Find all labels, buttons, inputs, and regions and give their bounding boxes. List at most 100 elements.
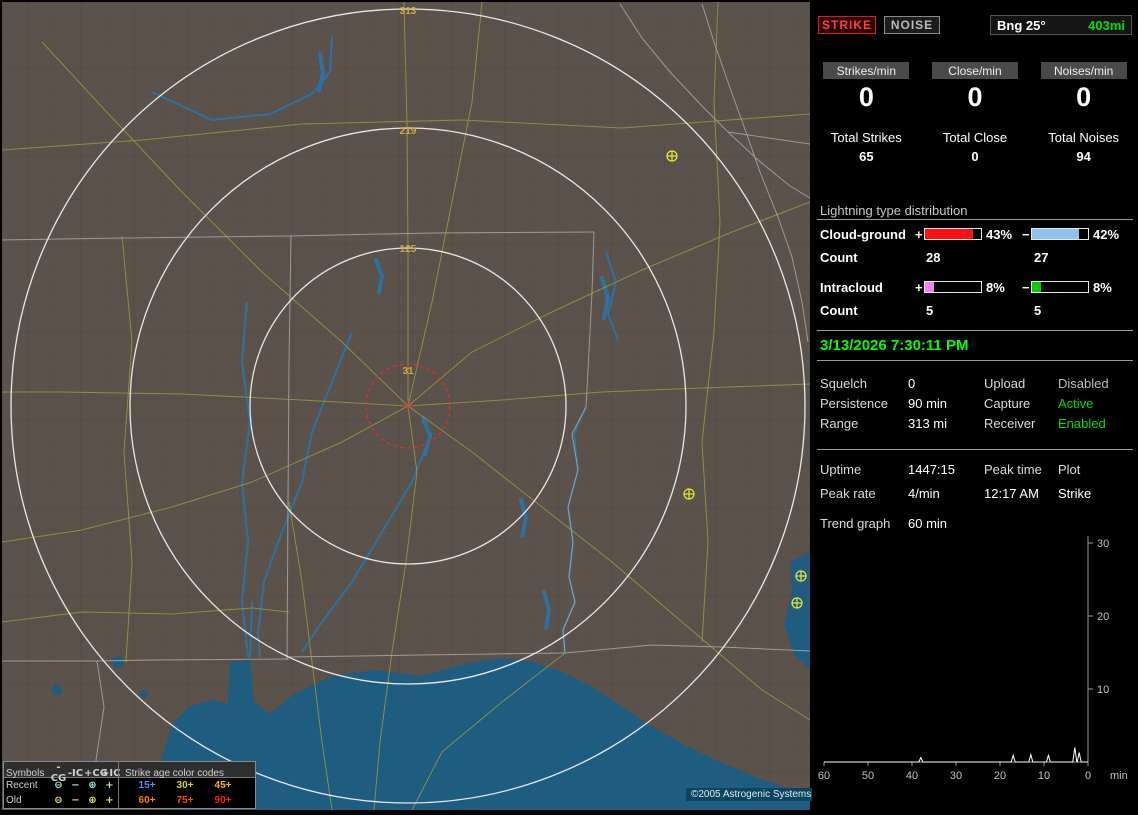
rate-labels-row: Strikes/min Close/min Noises/min [812,62,1138,79]
stats-row-2: Peak rate 4/min 12:17 AM Strike [820,486,1136,501]
peak-time-label: Peak time [984,462,1042,477]
cg-negative-pct: 42% [1093,227,1120,242]
ic-positive-fill [925,282,934,292]
age-30: 30+ [176,780,194,791]
map-area[interactable]: 313 219 125 31 Symbols -CG -IC +CG +IC S… [1,1,817,811]
ic-negative-bar [1031,281,1089,293]
control-panel: STRIKE NOISE Bng 25° 403mi Strikes/min C… [812,0,1138,812]
svg-text:30: 30 [950,770,962,782]
peak-rate-value: 4/min [908,486,940,501]
neg-cg-recent-icon: ⊖ [54,780,63,791]
plus-sign: + [915,280,923,295]
age-60: 60+ [138,795,156,806]
plot-value: Strike [1058,486,1092,501]
svg-text:20: 20 [994,770,1006,782]
datetime-display: 3/13/2026 7:30:11 PM [820,337,969,354]
legend-row-recent: Recent ⊖ − ⊕ + 15+ 30+ 45+ [4,778,255,793]
ic-negative-fill [1032,282,1041,292]
total-close-value: 0 [971,149,979,164]
strikes-per-min-value: 0 [858,82,874,112]
age-45: 45+ [214,780,232,791]
total-strikes-label: Total Strikes [830,130,902,145]
cloud-ground-label: Cloud-ground [820,227,906,242]
neg-ic-recent-icon: − [71,780,80,791]
legend-col-neg-ic: -IC [67,767,84,779]
legend-header: Symbols -CG -IC +CG +IC Strike age color… [4,762,255,784]
svg-text:30: 30 [1097,538,1109,550]
strike-mode-button[interactable]: STRIKE [818,16,876,34]
svg-text:10: 10 [1097,684,1109,696]
squelch-label: Squelch [820,376,867,391]
minus-sign: − [1022,280,1030,295]
ic-positive-pct: 8% [986,280,1005,295]
intracloud-row: Intracloud + 8% − 8% [820,280,1132,295]
copyright-notice: ©2005 Astrogenic Systems [686,788,817,801]
pos-ic-old-icon: + [105,795,114,806]
cloud-ground-row: Cloud-ground + 43% − 42% [820,227,1132,242]
distribution-title: Lightning type distribution [820,203,968,218]
ic-negative-pct: 8% [1093,280,1112,295]
svg-text:60: 60 [818,770,830,782]
trend-graph-row: Trend graph 60 min [820,516,1136,531]
total-noises-label: Total Noises [1048,130,1120,145]
cg-positive-count: 28 [926,250,941,265]
pos-cg-recent-icon: ⊕ [88,780,97,791]
app-window: 313 219 125 31 Symbols -CG -IC +CG +IC S… [0,0,1138,812]
range-value: 403mi [1088,17,1125,33]
cloud-ground-count-row: Count 28 27 [820,250,1132,265]
plus-sign: + [915,227,923,242]
capture-status: Active [1058,396,1094,411]
minus-sign: − [1022,227,1030,242]
plot-label: Plot [1058,462,1081,477]
separator [817,360,1133,361]
receiver-label: Receiver [984,416,1036,431]
svg-text:50: 50 [862,770,874,782]
trend-graph-value: 60 min [908,516,948,531]
ic-positive-bar [924,281,982,293]
trend-chart: 10 20 30 60 50 40 30 20 10 0 min [818,535,1128,782]
capture-label: Capture [984,396,1031,411]
intracloud-count-row: Count 5 5 [820,303,1132,318]
noises-per-min-value: 0 [1076,82,1092,112]
cg-negative-bar [1031,228,1089,240]
range-value: 313 mi [908,416,948,431]
cg-positive-pct: 43% [986,227,1013,242]
legend-old-label: Old [6,795,22,806]
settings-row-squelch: Squelch 0 Upload Disabled [820,376,1136,391]
ring-label-313: 313 [400,6,417,17]
separator [817,219,1133,220]
map[interactable]: 313 219 125 31 [1,1,811,811]
peak-rate-label: Peak rate [820,486,876,501]
ring-label-31: 31 [402,366,414,377]
ring-label-219: 219 [400,126,417,137]
strikes-per-min-label: Strikes/min [823,62,910,79]
neg-ic-old-icon: − [71,795,80,806]
ic-negative-count: 5 [1034,303,1042,318]
total-noises-value: 94 [1076,149,1091,164]
svg-text:10: 10 [1038,770,1050,782]
ring-label-125: 125 [400,244,417,255]
legend-recent-label: Recent [6,780,38,791]
svg-text:min: min [1110,770,1128,782]
uptime-label: Uptime [820,462,862,477]
pos-cg-old-icon: ⊕ [88,795,97,806]
pos-ic-recent-icon: + [105,780,114,791]
bearing-value: Bng 25° [997,17,1046,33]
peak-time-value: 12:17 AM [984,486,1039,501]
legend-col-pos-cg: +CG [84,767,108,779]
legend-divider [118,793,128,808]
bearing-range-readout: Bng 25° 403mi [990,15,1132,35]
totals-labels-row: Total Strikes Total Close Total Noises [812,130,1138,145]
total-close-label: Total Close [942,130,1008,145]
settings-row-persistence: Persistence 90 min Capture Active [820,396,1136,411]
svg-text:0: 0 [1085,770,1091,782]
persistence-value: 90 min [908,396,948,411]
noise-mode-button[interactable]: NOISE [884,16,940,34]
range-label: Range [820,416,859,431]
close-per-min-label: Close/min [931,62,1018,79]
cg-positive-bar [924,228,982,240]
svg-text:20: 20 [1097,611,1109,623]
squelch-value: 0 [908,376,916,391]
cg-negative-count: 27 [1034,250,1049,265]
uptime-value: 1447:15 [908,462,955,477]
